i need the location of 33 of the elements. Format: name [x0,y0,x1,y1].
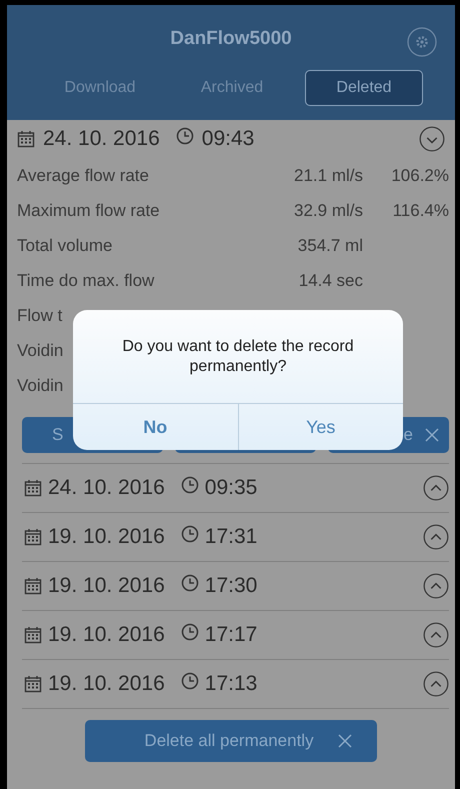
detail-value: 14.4 sec [298,270,363,290]
detail-label: Average flow rate [17,166,149,186]
record-date: 19. 10. 2016 [48,525,165,549]
detail-label: Maximum flow rate [17,200,160,220]
detail-value: 21.1 ml/s [293,166,363,186]
detail-value: 354.7 ml [296,236,363,256]
record-time: 17:31 [204,525,258,549]
record-time: 17:30 [204,574,258,598]
detail-label: Voidin [17,340,64,360]
tab[interactable]: Archived [173,70,291,106]
detail-label: Flow t [17,306,62,326]
app-title: DanFlow5000 [170,28,292,50]
tab[interactable]: Download [41,70,159,106]
detail-percent: 116.4% [392,200,449,220]
record-date: 19. 10. 2016 [48,672,165,696]
record-date: 24. 10. 2016 [43,127,160,151]
record-date: 24. 10. 2016 [48,476,165,500]
dialog-button[interactable]: No [73,404,238,450]
detail-label: Voidin [17,376,64,396]
dialog-message: Do you want to delete the record permanently? [121,337,355,376]
detail-percent: 106.2% [391,166,449,184]
tab[interactable]: Deleted [305,70,423,106]
record-date: 19. 10. 2016 [48,574,165,598]
record-date: 19. 10. 2016 [48,623,165,647]
detail-label: Total volume [17,236,112,256]
dialog-button[interactable]: Yes [238,404,403,450]
detail-label: Time do max. flow [17,270,154,290]
detail-value: 32.9 ml/s [293,200,363,220]
record-time: 17:17 [204,623,258,647]
record-time: 17:13 [204,672,258,696]
delete-all-button[interactable]: Delete all permanently [85,720,377,762]
record-time: 09:43 [202,127,254,151]
record-time: 09:35 [204,476,258,500]
